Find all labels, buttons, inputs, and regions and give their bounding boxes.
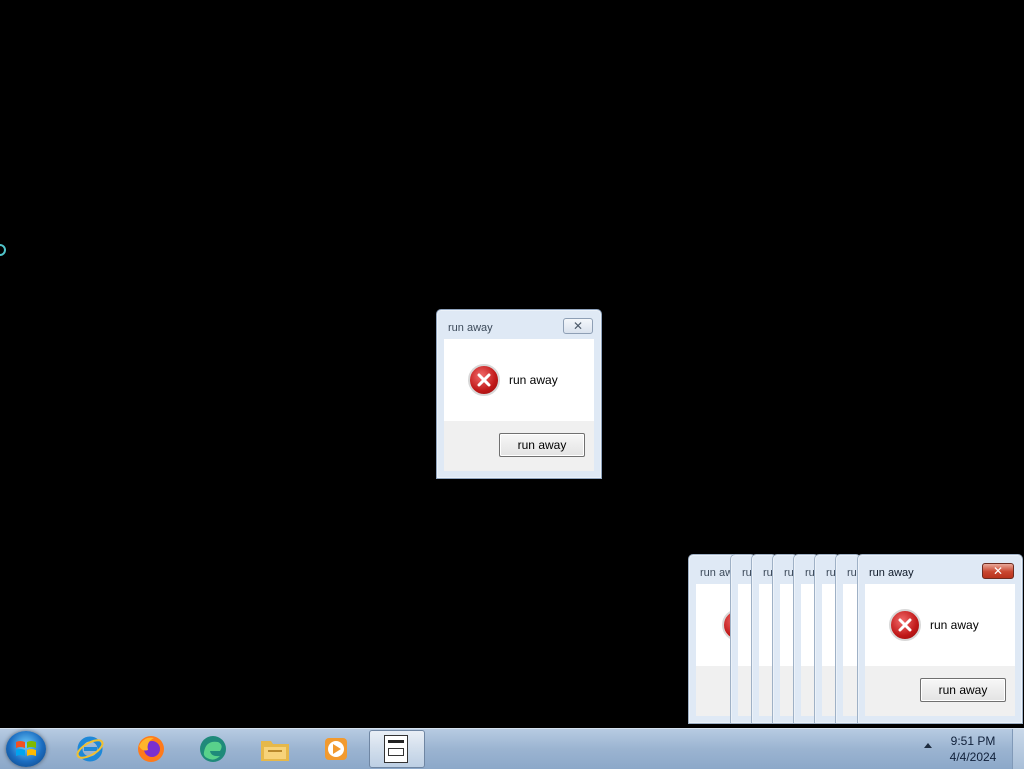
windows-logo-icon <box>16 741 36 756</box>
taskbar-active-app[interactable] <box>369 730 425 768</box>
dialog-content: run away <box>444 339 594 421</box>
dialog-content: run away <box>865 584 1015 666</box>
error-dialog-center[interactable]: run away ✕ run away run away <box>436 309 602 479</box>
error-dialog-front[interactable]: run away ✕ run away run away <box>857 554 1023 724</box>
file-explorer-icon[interactable] <box>259 733 291 765</box>
run-away-button[interactable]: run away <box>920 678 1006 702</box>
busy-cursor-icon <box>0 244 6 256</box>
dialog-title: run away <box>869 567 914 579</box>
script-app-icon <box>384 735 408 763</box>
dialog-footer: run away <box>444 421 594 471</box>
dialog-title: ru <box>847 567 857 579</box>
system-clock[interactable]: 9:51 PM 4/4/2024 <box>938 733 1008 765</box>
close-icon: ✕ <box>992 564 1004 578</box>
firefox-icon[interactable] <box>135 733 167 765</box>
run-away-button[interactable]: run away <box>499 433 585 457</box>
error-icon <box>468 364 500 396</box>
error-icon <box>889 609 921 641</box>
start-button[interactable] <box>6 731 46 767</box>
dialog-message: run away <box>509 373 558 387</box>
desktop: run away ✕ run away run away run away ru <box>0 0 1024 768</box>
show-hidden-icons-icon[interactable] <box>924 743 932 748</box>
media-player-icon[interactable] <box>320 733 352 765</box>
taskbar: 9:51 PM 4/4/2024 <box>0 728 1024 769</box>
close-button[interactable]: ✕ <box>563 318 593 334</box>
edge-icon[interactable] <box>197 733 229 765</box>
clock-date: 4/4/2024 <box>949 750 997 764</box>
clock-time: 9:51 PM <box>950 734 996 748</box>
dialog-footer: run away <box>865 666 1015 716</box>
internet-explorer-icon[interactable] <box>74 733 106 765</box>
dialog-title: run away <box>448 322 493 334</box>
show-desktop-button[interactable] <box>1012 729 1024 769</box>
dialog-message: run away <box>930 618 979 632</box>
close-icon: ✕ <box>572 319 584 333</box>
close-button[interactable]: ✕ <box>982 563 1014 579</box>
